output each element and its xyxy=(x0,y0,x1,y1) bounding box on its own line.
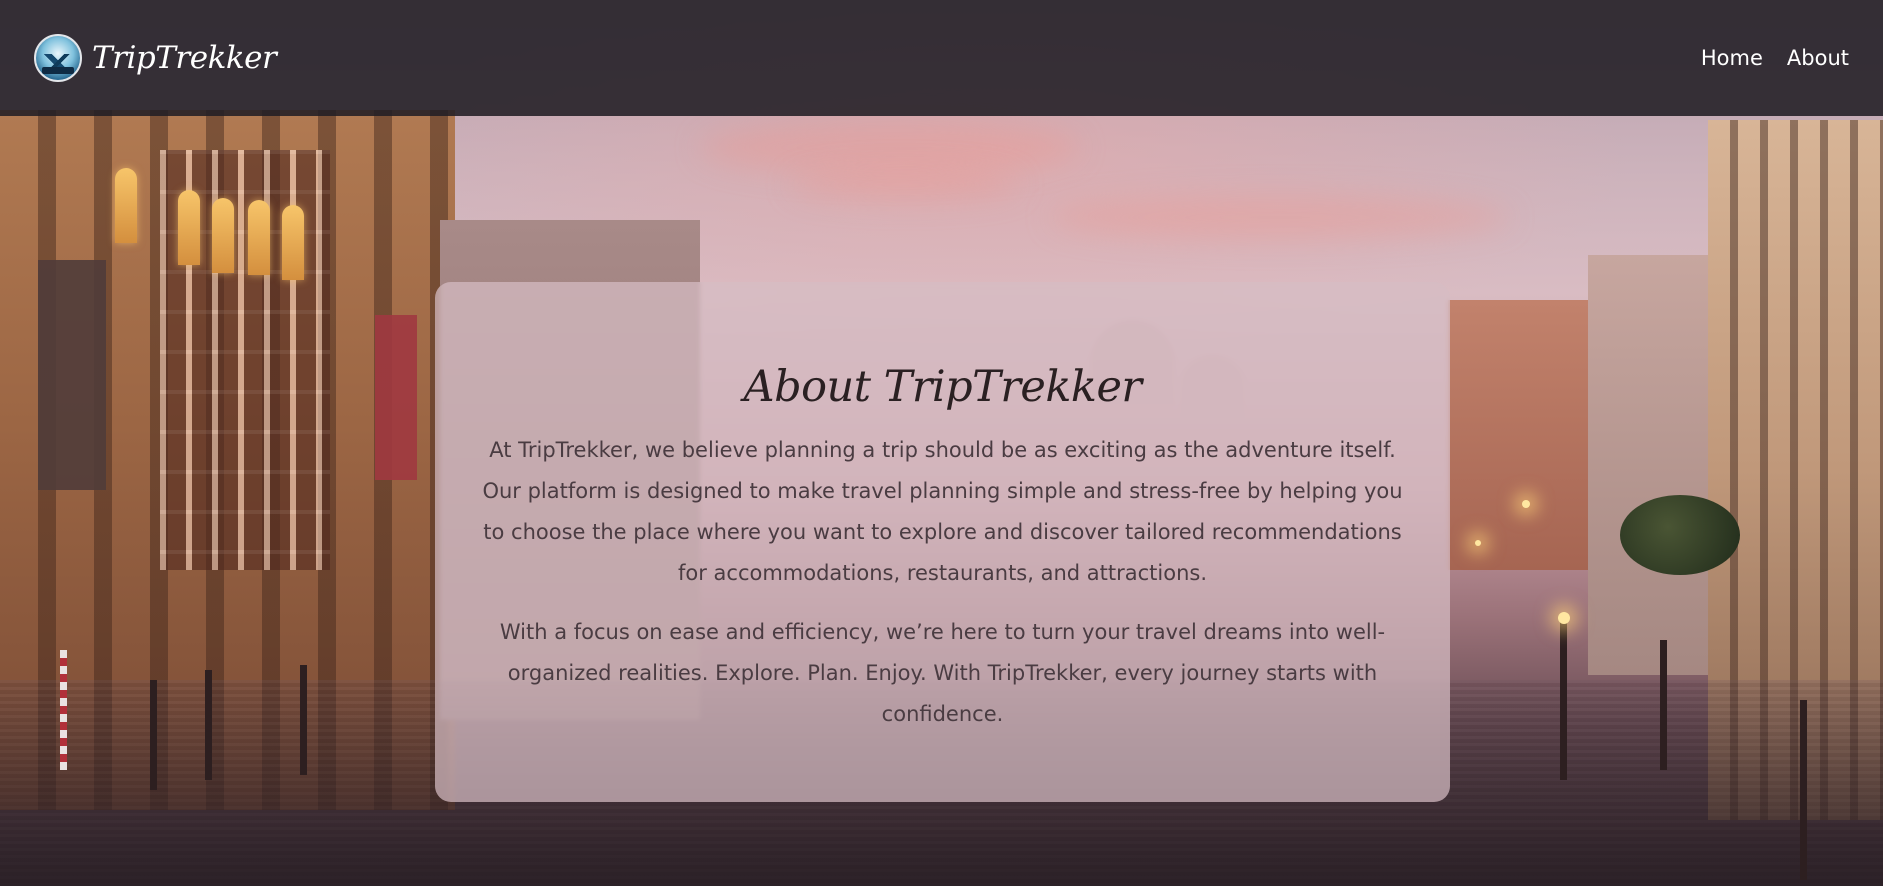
museum-banner xyxy=(38,260,106,490)
lit-window xyxy=(178,190,200,265)
mountain-globe-logo-icon[interactable] xyxy=(34,34,82,82)
street-lamp xyxy=(1475,540,1481,546)
brand-name[interactable]: TripTrekker xyxy=(92,40,277,76)
lit-window xyxy=(282,205,304,280)
nav-links: Home About xyxy=(1701,46,1849,70)
top-navbar: TripTrekker Home About xyxy=(0,0,1883,116)
about-card: About TripTrekker At TripTrekker, we bel… xyxy=(435,282,1450,802)
right-pink-building xyxy=(1588,255,1708,675)
about-paragraph-focus: With a focus on ease and efficiency, we’… xyxy=(499,620,1386,726)
mooring-pole xyxy=(1660,640,1667,770)
canal-tree xyxy=(1620,495,1740,575)
sky-cloud xyxy=(1050,195,1510,240)
mooring-pole xyxy=(1800,700,1807,880)
about-page: TripTrekker Home About About TripTrekker… xyxy=(0,0,1883,886)
sky-cloud xyxy=(790,170,1020,200)
street-lamp xyxy=(1522,500,1530,508)
brand[interactable]: TripTrekker xyxy=(34,34,277,82)
mooring-pole xyxy=(205,670,212,780)
about-paragraph-intro: At TripTrekker, we believe planning a tr… xyxy=(482,438,1403,585)
street-lamp xyxy=(1558,612,1570,624)
nav-link-home[interactable]: Home xyxy=(1701,46,1763,70)
mooring-pole xyxy=(1560,620,1567,780)
logo-ribbon xyxy=(42,67,74,74)
about-title: About TripTrekker xyxy=(743,362,1142,412)
mooring-pole xyxy=(150,680,157,790)
lit-window xyxy=(212,198,234,273)
lit-window xyxy=(248,200,270,275)
museum-banner-red xyxy=(375,315,417,480)
right-red-building xyxy=(1448,300,1588,570)
mooring-pole-striped xyxy=(60,650,67,770)
nav-link-about[interactable]: About xyxy=(1787,46,1849,70)
sky-cloud xyxy=(700,120,1080,175)
lit-window xyxy=(115,168,137,243)
mooring-pole xyxy=(300,665,307,775)
